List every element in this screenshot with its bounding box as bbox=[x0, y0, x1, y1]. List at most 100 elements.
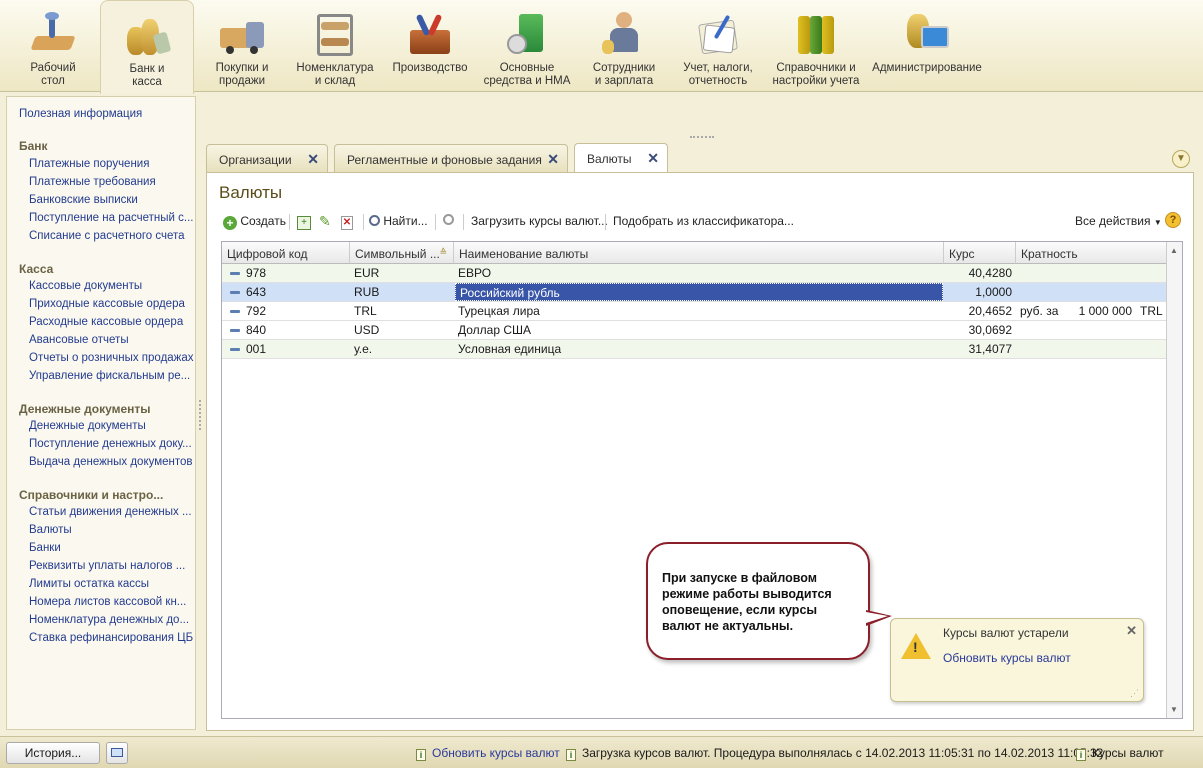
cell-name: Турецкая лира bbox=[458, 304, 540, 318]
close-icon[interactable]: ✕ bbox=[1126, 623, 1137, 639]
column-header-symbol[interactable]: Символьный ... ≙ bbox=[350, 242, 454, 264]
callout-text: При запуске в файловом режиме работы выв… bbox=[662, 571, 832, 633]
help-icon[interactable]: ? bbox=[1165, 212, 1181, 228]
sidebar-item-useful-info[interactable]: Полезная информация bbox=[19, 108, 142, 120]
cell-name: Доллар США bbox=[458, 323, 532, 337]
create-button[interactable]: + Создать bbox=[223, 214, 286, 230]
row-status-icon bbox=[230, 348, 240, 351]
column-header-multiplier[interactable]: Кратность bbox=[1016, 242, 1167, 264]
sidebar-item-cash-receipts[interactable]: Приходные кассовые ордера bbox=[29, 298, 185, 310]
sidebar-item-advance-reports[interactable]: Авансовые отчеты bbox=[29, 334, 129, 346]
section-accounting[interactable]: Учет, налоги, отчетность bbox=[674, 0, 762, 92]
cell-multiplier-currency: TRL bbox=[1140, 304, 1163, 318]
sidebar-item-money-doc-receipts[interactable]: Поступление денежных доку... bbox=[29, 438, 192, 450]
sidebar-item-bank-statements[interactable]: Банковские выписки bbox=[29, 194, 138, 206]
sidebar-item-cashflow-items[interactable]: Статьи движения денежных ... bbox=[29, 506, 192, 518]
delete-icon[interactable]: ✕ bbox=[341, 214, 353, 230]
tab-scheduled-jobs[interactable]: Регламентные и фоновые задания ✕ bbox=[334, 144, 568, 172]
cell-code: 643 bbox=[246, 285, 267, 299]
section-references[interactable]: Справочники и настройки учета bbox=[768, 0, 864, 92]
sidebar-item-account-receipts[interactable]: Поступление на расчетный с... bbox=[29, 212, 193, 224]
info-icon: i bbox=[1076, 749, 1086, 761]
binders-icon bbox=[792, 10, 840, 58]
cell-rate: 31,4077 bbox=[968, 342, 1012, 356]
table-row-selected[interactable]: 643 RUB Российский рубль 1,0000 bbox=[222, 283, 1167, 302]
cell-name: ЕВРО bbox=[458, 266, 492, 280]
table-row[interactable]: 840 USD Доллар США 30,0692 bbox=[222, 321, 1167, 340]
section-production[interactable]: Производство bbox=[386, 0, 474, 92]
edit-pencil-icon[interactable]: ✎ bbox=[319, 214, 331, 229]
sidebar-item-money-docs[interactable]: Денежные документы bbox=[29, 420, 146, 432]
column-header-label: Символьный ... bbox=[355, 247, 440, 261]
close-icon[interactable]: ✕ bbox=[307, 151, 319, 168]
status-rates[interactable]: i Курсы валют bbox=[1076, 746, 1164, 761]
update-rates-link[interactable]: Обновить курсы валют bbox=[943, 651, 1071, 665]
status-task-message[interactable]: i Загрузка курсов валют. Процедура выполн… bbox=[566, 746, 1103, 761]
cell-symbol: у.е. bbox=[354, 342, 373, 356]
cancel-search-icon[interactable] bbox=[443, 214, 454, 228]
status-update-rates[interactable]: i Обновить курсы валют bbox=[416, 746, 560, 761]
splitter-handle[interactable] bbox=[199, 400, 203, 430]
table-row[interactable]: 001 у.е. Условная единица 31,4077 bbox=[222, 340, 1167, 359]
section-bank[interactable]: Банк и касса bbox=[100, 0, 194, 94]
sidebar-item-payment-orders[interactable]: Платежные поручения bbox=[29, 158, 149, 170]
sidebar-item-cash-limits[interactable]: Лимиты остатка кассы bbox=[29, 578, 149, 590]
truck-icon bbox=[218, 10, 266, 58]
section-nomenclature[interactable]: Номенклатура и склад bbox=[290, 0, 380, 92]
section-label: Справочники и настройки учета bbox=[772, 62, 860, 87]
tab-organizations[interactable]: Организации ✕ bbox=[206, 144, 328, 172]
close-icon[interactable]: ✕ bbox=[547, 151, 559, 168]
section-label: Рабочий стол bbox=[30, 62, 76, 87]
table-row[interactable]: 792 TRL Турецкая лира 20,4652 руб. за 1 … bbox=[222, 302, 1167, 321]
tabs-menu-icon[interactable]: ▼ bbox=[1172, 150, 1190, 168]
section-fixed-assets[interactable]: Основные средства и НМА bbox=[480, 0, 574, 92]
sidebar-item-cashbook-sheets[interactable]: Номера листов кассовой кн... bbox=[29, 596, 186, 608]
section-employees[interactable]: Сотрудники и зарплата bbox=[582, 0, 666, 92]
panel-collapse-handle[interactable] bbox=[690, 136, 714, 140]
column-header-name[interactable]: Наименование валюты bbox=[454, 242, 944, 264]
info-icon: i bbox=[416, 749, 426, 761]
cell-code: 792 bbox=[246, 304, 267, 318]
table-row[interactable]: 978 EUR ЕВРО 40,4280 bbox=[222, 264, 1167, 283]
sidebar-item-money-doc-issue[interactable]: Выдача денежных документов bbox=[29, 456, 193, 468]
sidebar-item-cash-docs[interactable]: Кассовые документы bbox=[29, 280, 142, 292]
sidebar-item-refinancing-rate[interactable]: Ставка рефинансирования ЦБ bbox=[29, 632, 193, 644]
copy-icon[interactable]: + bbox=[297, 214, 311, 230]
cell-rate: 20,4652 bbox=[968, 304, 1012, 318]
info-icon: i bbox=[566, 749, 576, 761]
all-actions-button[interactable]: Все действия ▼ bbox=[1075, 214, 1162, 228]
sidebar-item-fiscal-management[interactable]: Управление фискальным ре... bbox=[29, 370, 190, 382]
vertical-scrollbar[interactable]: ▲ ▼ bbox=[1166, 242, 1182, 718]
sidebar-item-retail-reports[interactable]: Отчеты о розничных продажах bbox=[29, 352, 194, 364]
column-header-code[interactable]: Цифровой код bbox=[222, 242, 350, 264]
find-button[interactable]: Найти... bbox=[369, 214, 428, 228]
windows-switch-icon[interactable] bbox=[106, 742, 128, 764]
history-button[interactable]: История... bbox=[6, 742, 100, 764]
section-label: Банк и касса bbox=[129, 63, 165, 88]
row-status-icon bbox=[230, 272, 240, 275]
column-header-rate[interactable]: Курс bbox=[944, 242, 1016, 264]
scroll-down-icon[interactable]: ▼ bbox=[1170, 705, 1178, 714]
pick-from-classifier-button[interactable]: Подобрать из классификатора... bbox=[613, 214, 794, 228]
sidebar-item-account-writeoffs[interactable]: Списание с расчетного счета bbox=[29, 230, 185, 242]
sidebar-item-money-nomenclature[interactable]: Номенклатура денежных до... bbox=[29, 614, 189, 626]
cell-name[interactable]: Российский рубль bbox=[455, 283, 943, 301]
section-admin[interactable]: Администрирование bbox=[870, 0, 984, 92]
scroll-up-icon[interactable]: ▲ bbox=[1170, 246, 1178, 255]
sidebar-item-currencies[interactable]: Валюты bbox=[29, 524, 72, 536]
close-icon[interactable]: ✕ bbox=[647, 150, 659, 167]
notification-popup: ! Курсы валют устарели Обновить курсы ва… bbox=[890, 618, 1144, 702]
sidebar-item-banks[interactable]: Банки bbox=[29, 542, 61, 554]
sidebar-item-tax-details[interactable]: Реквизиты уплаты налогов ... bbox=[29, 560, 185, 572]
resize-grip-icon[interactable]: ⋰ bbox=[1130, 688, 1139, 699]
load-rates-button[interactable]: Загрузить курсы валют... bbox=[471, 214, 608, 228]
sidebar-item-payment-requests[interactable]: Платежные требования bbox=[29, 176, 156, 188]
sidebar-group-money-docs: Денежные документы bbox=[19, 402, 151, 416]
chevron-down-icon: ▼ bbox=[1153, 218, 1162, 227]
section-label: Производство bbox=[392, 62, 468, 74]
toolbar: + Создать + ✎ ✕ Найти... Загрузить курсы… bbox=[219, 211, 1187, 233]
section-desktop[interactable]: Рабочий стол bbox=[8, 0, 98, 92]
section-purchases[interactable]: Покупки и продажи bbox=[200, 0, 284, 92]
sidebar-item-cash-expenses[interactable]: Расходные кассовые ордера bbox=[29, 316, 183, 328]
tab-currencies[interactable]: Валюты ✕ bbox=[574, 143, 668, 173]
